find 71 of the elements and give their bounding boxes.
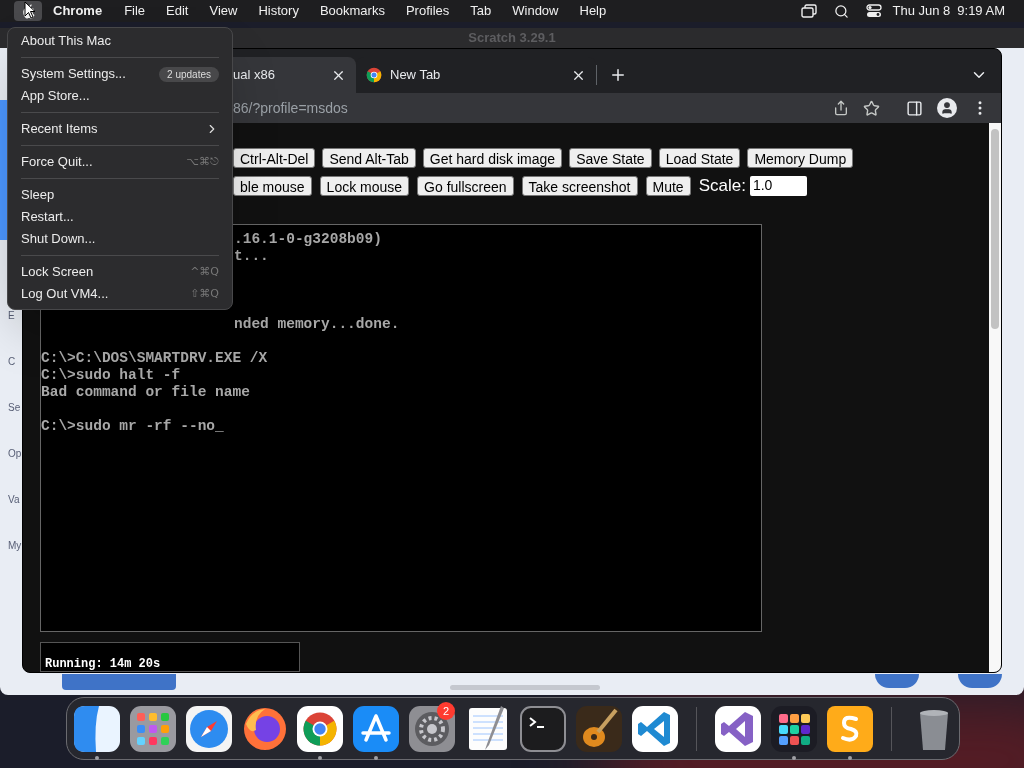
compass-icon[interactable] [183, 703, 234, 754]
keyboard-shortcut: ⌥⌘⎋ [186, 153, 219, 170]
menu-item[interactable]: Recent Items [8, 118, 232, 140]
guitar-icon[interactable] [573, 703, 624, 754]
emulator-button[interactable]: Take screenshot [521, 175, 638, 196]
terminal-line: C:\>sudo halt -f [41, 366, 181, 383]
menu-title[interactable]: Tab [470, 1, 492, 21]
emulator-button[interactable]: Save State [569, 148, 652, 168]
keyboard-shortcut: ^⌘Q [190, 263, 219, 280]
side-panel-icon[interactable] [906, 99, 923, 117]
app-store-icon[interactable] [351, 703, 402, 754]
menu-item[interactable]: About This Mac [8, 30, 232, 52]
menu-title[interactable]: Window [512, 1, 559, 21]
emulator-button[interactable]: Memory Dump [747, 148, 854, 168]
terminal-icon[interactable] [518, 703, 569, 754]
menu-bar-time[interactable]: 9:19 AM [957, 1, 1005, 21]
menu-bar-date[interactable]: Thu Jun 8 [892, 1, 951, 21]
menu-title[interactable]: Profiles [405, 1, 450, 21]
notification-badge: 2 [437, 702, 456, 720]
emulator-button[interactable]: Load State [658, 148, 741, 168]
emulator-button[interactable]: ble mouse [233, 175, 312, 196]
chrome-icon[interactable] [295, 703, 346, 754]
menu-item[interactable]: Sleep [8, 184, 232, 206]
menu-title[interactable]: Edit [166, 1, 189, 21]
terminal-line: Bad command or file name [41, 383, 250, 400]
terminal-line: C:\>sudo mr -rf --no_ [41, 417, 224, 434]
keyboard-shortcut: ⇧⌘Q [190, 285, 219, 302]
search-icon[interactable] [834, 3, 850, 19]
menu-title[interactable]: Bookmarks [319, 1, 385, 21]
emulator-button[interactable]: Send Alt-Tab [322, 148, 416, 168]
round-button[interactable] [958, 674, 1002, 688]
scale-label: Scale: [698, 175, 746, 197]
app-menu[interactable]: Chrome [53, 1, 103, 21]
scrollbar[interactable] [989, 123, 1001, 672]
new-tab-icon[interactable] [609, 66, 627, 84]
control-center-icon[interactable] [866, 4, 883, 18]
updates-badge: 2 updates [159, 66, 219, 82]
menu-title[interactable]: File [124, 1, 146, 21]
category-label[interactable]: Op [8, 446, 22, 462]
terminal-line: .16.1-0-g3208b09) [234, 230, 382, 247]
menu-item[interactable]: Force Quit... ⌥⌘⎋ [8, 151, 232, 173]
menu-title[interactable]: Help [579, 1, 607, 21]
share-icon[interactable] [833, 100, 849, 116]
category-label[interactable]: E [8, 308, 22, 324]
terminal-line: C:\>C:\DOS\SMARTDRV.EXE /X [41, 349, 268, 366]
code-editor-icon[interactable] [629, 703, 680, 754]
status-text: Running: 14m 20s [45, 657, 161, 671]
round-button[interactable] [875, 674, 919, 688]
emulator-button[interactable]: Lock mouse [319, 175, 410, 196]
emulator-button[interactable]: Get hard disk image [422, 148, 563, 168]
app-grid-icon[interactable] [128, 703, 179, 754]
menu-title[interactable]: History [258, 1, 299, 21]
category-label[interactable]: Va [8, 492, 22, 508]
terminal-line: nded memory...done. [234, 315, 400, 332]
emulator-button[interactable]: Mute [645, 175, 691, 196]
emulator-button[interactable]: Ctrl-Alt-Del [233, 148, 316, 168]
category-label[interactable]: My [8, 538, 22, 554]
bookmark-star-icon[interactable] [863, 99, 880, 117]
chrome-icon [366, 67, 382, 83]
gear-icon[interactable] [406, 703, 457, 754]
ide-icon[interactable] [713, 703, 764, 754]
horizontal-scrollbar[interactable] [450, 685, 600, 690]
scale-field[interactable]: 1.0 [749, 175, 807, 196]
menu-title[interactable]: View [209, 1, 238, 21]
emulator-button[interactable]: Go fullscreen [417, 175, 514, 196]
stacked-windows-icon[interactable] [801, 4, 818, 18]
profile-icon[interactable] [937, 98, 957, 118]
category-label[interactable]: C [8, 354, 22, 370]
terminal-line: t... [234, 247, 269, 264]
category-label[interactable]: Se [8, 400, 22, 416]
tile-grid-icon[interactable] [769, 703, 820, 754]
